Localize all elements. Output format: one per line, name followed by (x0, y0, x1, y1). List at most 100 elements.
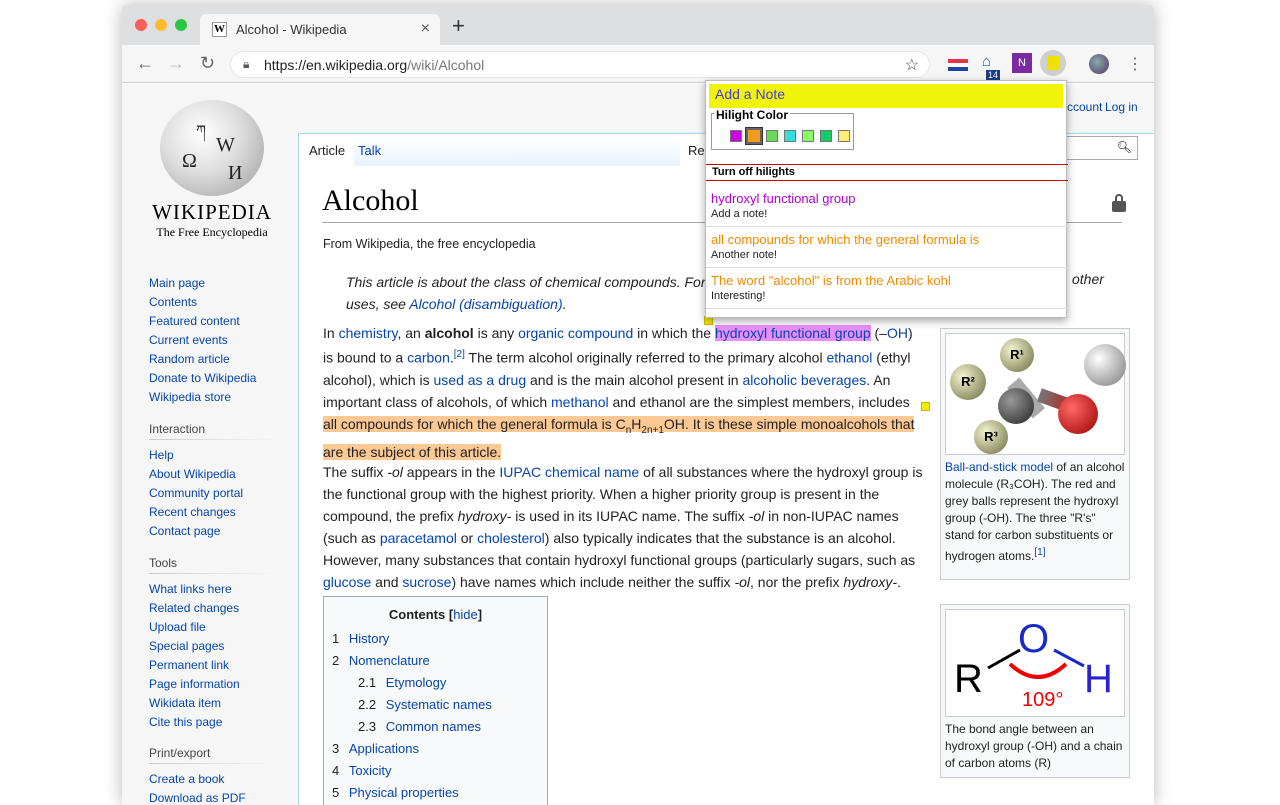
sticky-note-extension-icon[interactable] (1040, 50, 1066, 76)
color-swatch[interactable] (766, 130, 778, 142)
turn-off-hilights-button[interactable]: Turn off hilights (706, 164, 1068, 181)
forward-arrow-icon[interactable]: → (167, 53, 185, 74)
highlight-hydroxyl[interactable]: hydroxyl functional group (714, 325, 871, 341)
note-text[interactable]: Another note! (711, 249, 1063, 261)
sidebar-link[interactable]: Download as PDF (149, 789, 279, 805)
ball-and-stick-link[interactable]: Ball-and-stick model (945, 460, 1053, 474)
address-bar[interactable]: 🔒︎ https://en.wikipedia.org/wiki/Alcohol… (230, 51, 930, 78)
browser-tab[interactable]: W Alcohol - Wikipedia × (200, 14, 440, 45)
close-window-button[interactable] (135, 19, 147, 31)
link-alcoholic-beverages[interactable]: alcoholic beverages (742, 372, 866, 388)
tab-article[interactable]: Article (305, 136, 350, 166)
bond-angle-image[interactable]: R O H 109° (945, 609, 1125, 717)
hatnote-disambiguation-link[interactable]: Alcohol (disambiguation) (409, 296, 562, 312)
sidebar-link[interactable]: Create a book (149, 770, 279, 789)
toc-link[interactable]: Applications (349, 741, 419, 756)
sidebar-link[interactable]: Random article (149, 350, 279, 369)
color-swatch[interactable] (802, 130, 814, 142)
hilight-color-legend: Hilight Color (714, 108, 790, 122)
link-ethanol[interactable]: ethanol (826, 350, 872, 366)
sidebar-link[interactable]: What links here (149, 580, 279, 599)
toc-item[interactable]: 3 Applications (332, 738, 539, 760)
onenote-extension-icon[interactable]: N (1012, 53, 1032, 73)
note-text[interactable]: Add a note! (711, 208, 1063, 220)
padlock-icon[interactable] (1112, 194, 1126, 212)
color-swatch[interactable] (820, 130, 832, 142)
sidebar-link[interactable]: Contents (149, 293, 279, 312)
tab-talk[interactable]: Talk (354, 136, 680, 166)
menu-kebab-icon[interactable]: ⋮ (1127, 54, 1143, 74)
color-swatch[interactable] (838, 130, 850, 142)
link-methanol[interactable]: methanol (551, 394, 609, 410)
highlight-general-formula[interactable]: all compounds for which the general form… (323, 415, 915, 461)
sidebar-link[interactable]: Page information (149, 675, 279, 694)
link-organic-compound[interactable]: organic compound (518, 325, 633, 341)
profile-avatar[interactable] (1089, 54, 1109, 74)
note-item[interactable]: hydroxyl functional group Add a note! (706, 187, 1068, 227)
search-icon[interactable]: 🔍︎ (1117, 140, 1132, 154)
toc-link[interactable]: History (349, 631, 389, 646)
note-item[interactable]: all compounds for which the general form… (706, 228, 1068, 268)
zoom-window-button[interactable] (175, 19, 187, 31)
toc-item[interactable]: 2.1 Etymology (332, 672, 539, 694)
note-highlight-text[interactable]: hydroxyl functional group (711, 191, 1063, 206)
toc-link[interactable]: Etymology (386, 675, 447, 690)
account-link[interactable]: ccount (1067, 100, 1102, 114)
link-carbon[interactable]: carbon (407, 350, 450, 366)
toc-link[interactable]: Physical properties (349, 785, 459, 800)
link-cholesterol[interactable]: cholesterol (477, 530, 545, 546)
toc-link[interactable]: Systematic names (386, 697, 492, 712)
close-tab-icon[interactable]: × (421, 20, 430, 38)
link-chemistry[interactable]: chemistry (339, 325, 398, 341)
sidebar-link[interactable]: Community portal (149, 484, 279, 503)
sidebar-link[interactable]: Donate to Wikipedia (149, 369, 279, 388)
toc-item[interactable]: 2.3 Common names (332, 716, 539, 738)
toc-link[interactable]: Common names (386, 719, 481, 734)
color-swatch[interactable] (784, 130, 796, 142)
flag-extension-icon[interactable] (948, 59, 968, 71)
sidebar-link[interactable]: About Wikipedia (149, 465, 279, 484)
sidebar-link[interactable]: Contact page (149, 522, 279, 541)
infobox1-ref[interactable]: [1] (1034, 547, 1045, 558)
note-highlight-text[interactable]: The word "alcohol" is from the Arabic ko… (711, 273, 1063, 288)
toc-item[interactable]: 2.2 Systematic names (332, 694, 539, 716)
sticky-note-marker[interactable] (921, 402, 930, 411)
sidebar-link[interactable]: Cite this page (149, 713, 279, 732)
color-swatch[interactable] (730, 130, 742, 142)
note-item[interactable]: The word "alcohol" is from the Arabic ko… (706, 269, 1068, 309)
toc-hide-link[interactable]: hide (453, 607, 478, 622)
link-paracetamol[interactable]: paracetamol (380, 530, 457, 546)
color-swatch[interactable] (745, 127, 763, 145)
link-iupac-chemical-name[interactable]: IUPAC chemical name (499, 464, 639, 480)
sidebar-link[interactable]: Current events (149, 331, 279, 350)
sidebar-link[interactable]: Permanent link (149, 656, 279, 675)
toc-item[interactable]: 5 Physical properties (332, 782, 539, 804)
sidebar-link[interactable]: Wikidata item (149, 694, 279, 713)
wikipedia-logo[interactable]: ΩWИཀ Wikipedia The Free Encyclopedia (152, 100, 272, 240)
sidebar-link[interactable]: Help (149, 446, 279, 465)
toc-item[interactable]: 4 Toxicity (332, 760, 539, 782)
toc-item[interactable]: 2 Nomenclature (332, 650, 539, 672)
bookmark-star-icon[interactable]: ☆ (905, 55, 919, 75)
sidebar-link[interactable]: Wikipedia store (149, 388, 279, 407)
sidebar-link[interactable]: Related changes (149, 599, 279, 618)
note-text[interactable]: Interesting! (711, 290, 1063, 302)
link-used-as-drug[interactable]: used as a drug (434, 372, 527, 388)
toc-link[interactable]: Toxicity (349, 763, 392, 778)
minimize-window-button[interactable] (155, 19, 167, 31)
sidebar-link[interactable]: Featured content (149, 312, 279, 331)
ball-and-stick-image[interactable]: R² R¹ R³ (945, 333, 1126, 455)
new-tab-button[interactable]: + (452, 15, 465, 37)
sidebar-link[interactable]: Main page (149, 274, 279, 293)
toc-link[interactable]: Nomenclature (349, 653, 430, 668)
link-glucose[interactable]: glucose (323, 574, 371, 590)
login-link[interactable]: Log in (1105, 100, 1138, 114)
sidebar-link[interactable]: Upload file (149, 618, 279, 637)
link-sucrose[interactable]: sucrose (402, 574, 451, 590)
back-arrow-icon[interactable]: ← (136, 53, 154, 74)
sidebar-link[interactable]: Special pages (149, 637, 279, 656)
sidebar-link[interactable]: Recent changes (149, 503, 279, 522)
toc-item[interactable]: 1 History (332, 628, 539, 650)
note-highlight-text[interactable]: all compounds for which the general form… (711, 232, 1063, 247)
reload-icon[interactable]: ↻ (200, 53, 215, 74)
